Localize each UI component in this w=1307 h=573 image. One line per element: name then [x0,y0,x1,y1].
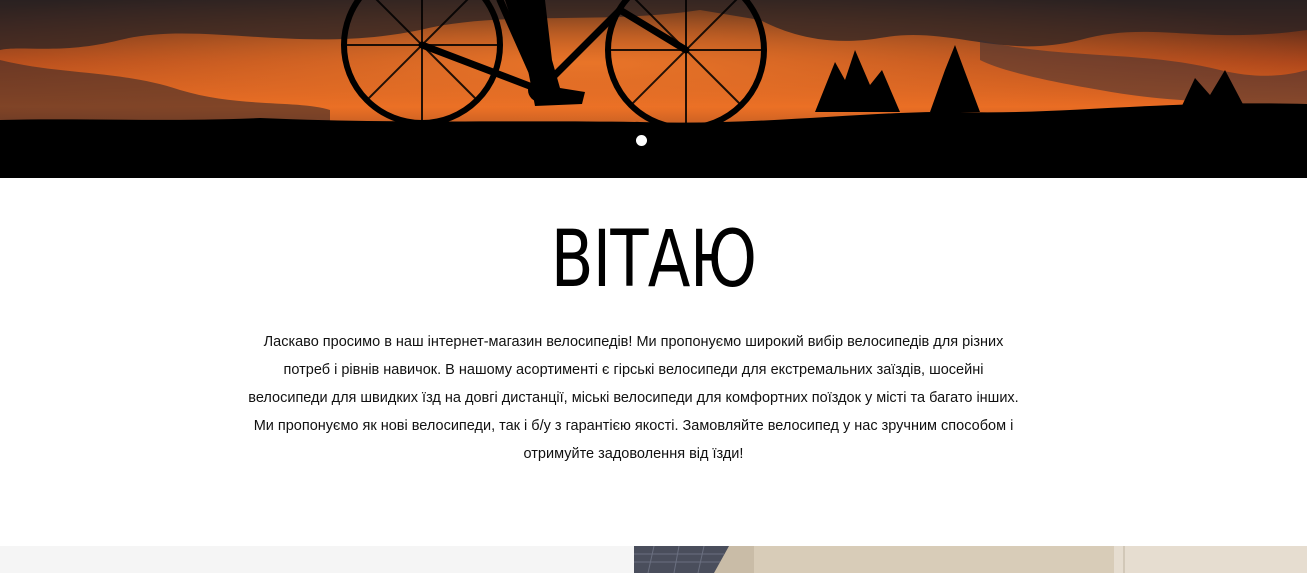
slider-dot[interactable] [636,135,647,146]
welcome-text: Ласкаво просимо в наш інтернет-магазин в… [248,334,1019,462]
hero-slider [0,0,1307,178]
bottom-right-image [634,546,1307,573]
bottom-left-panel [0,546,634,573]
hero-image-bike-sunset [0,0,1307,178]
interior-photo [634,546,1307,573]
welcome-title: ВІТАЮ [550,215,757,305]
welcome-section: ВІТАЮ Ласкаво просимо в наш інтернет-маг… [0,178,1307,546]
